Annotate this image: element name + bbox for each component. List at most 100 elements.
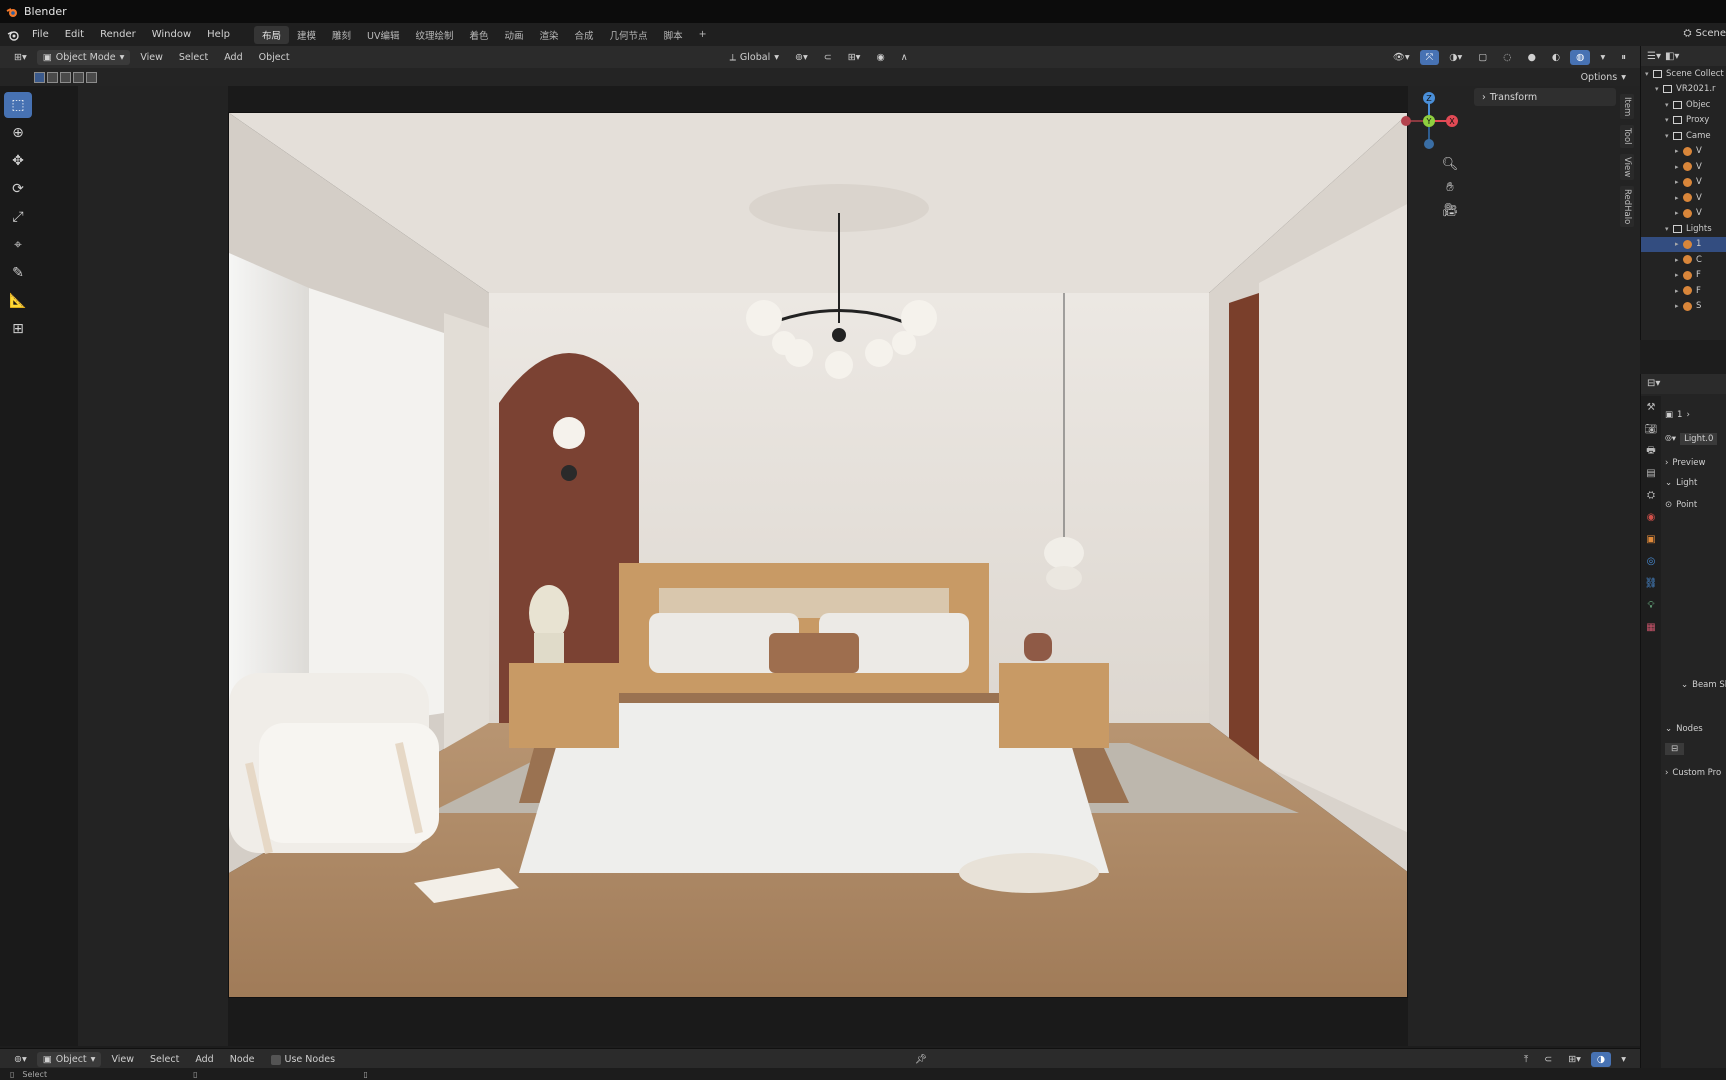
workspace-tab-shading[interactable]: 着色 [461, 26, 496, 44]
zoom-magnifier-icon[interactable]: 🔍︎ [1440, 154, 1460, 174]
outliner-row[interactable]: ▾ Came [1641, 128, 1726, 144]
menu-help[interactable]: Help [199, 29, 238, 40]
scale-tool-icon[interactable]: ⤢ [4, 204, 32, 230]
overlay-chevron-icon[interactable]: ▾ [1615, 1052, 1632, 1067]
expand-down-icon[interactable]: ▾ [1655, 85, 1663, 93]
expand-right-icon[interactable]: ▸ [1675, 240, 1683, 248]
cursor-tool-icon[interactable]: ⊕ [4, 120, 32, 146]
panel-beam-shape[interactable]: ⌄ Beam Sh [1681, 676, 1726, 694]
render-tab-icon[interactable]: 📷︎ [1641, 418, 1661, 440]
outliner-row[interactable]: ▸ V [1641, 206, 1726, 222]
object-mode-dropdown[interactable]: ▣ Object Mode ▾ [36, 49, 131, 65]
shading-rendered-icon[interactable]: ◍ [1570, 49, 1591, 65]
panel-light[interactable]: ⌄ Light [1665, 474, 1697, 492]
node-menu-add[interactable]: Add [189, 1052, 219, 1067]
blender-menu-icon[interactable] [6, 29, 20, 41]
outliner-row[interactable]: ▸ C [1641, 252, 1726, 268]
select-new-icon[interactable] [34, 71, 45, 83]
light-type-point[interactable]: ⊙ Point [1665, 496, 1697, 514]
workspace-tab-sculpting[interactable]: 雕刻 [324, 26, 359, 44]
outliner-row[interactable]: ▾ Objec [1641, 97, 1726, 113]
node-menu-select[interactable]: Select [144, 1052, 185, 1067]
workspace-tab-layout[interactable]: 布局 [253, 25, 289, 44]
menu-window[interactable]: Window [144, 29, 199, 40]
transform-orientation-dropdown[interactable]: ⟂ Global ▾ [724, 50, 785, 65]
outliner-editor-icon[interactable]: ☰▾ [1647, 51, 1661, 62]
display-mode-icon[interactable]: ◧▾ [1665, 51, 1679, 62]
outliner-row[interactable]: ▸ F [1641, 268, 1726, 284]
parent-node-icon[interactable]: ⤒ [1518, 1052, 1534, 1067]
select-invert-icon[interactable] [73, 71, 84, 83]
expand-down-icon[interactable]: ▾ [1665, 132, 1673, 140]
annotate-tool-icon[interactable]: ✎ [4, 260, 32, 286]
proportional-edit-icon[interactable]: ◉ [870, 50, 890, 65]
editor-type-icon[interactable]: ⊞▾ [8, 50, 33, 65]
outliner-row[interactable]: ▸ 1 [1641, 236, 1726, 252]
sidebar-tab-item[interactable]: Item [1620, 94, 1634, 120]
use-nodes-button[interactable]: ⊟ [1665, 740, 1685, 758]
menu-edit[interactable]: Edit [57, 29, 92, 40]
expand-down-icon[interactable]: ▾ [1665, 116, 1673, 124]
overlay-node-icon[interactable]: ◑ [1590, 1052, 1612, 1067]
properties-editor-icon[interactable]: ⊟▾ [1647, 378, 1660, 389]
camera-view-icon[interactable]: 🎥︎ [1440, 200, 1460, 220]
output-tab-icon[interactable]: 🖶 [1641, 440, 1661, 462]
expand-right-icon[interactable]: ▸ [1675, 194, 1683, 202]
pin-icon[interactable]: 📌︎ [909, 1052, 933, 1067]
outliner-row[interactable]: ▸ F [1641, 283, 1726, 299]
viewport-menu-add[interactable]: Add [218, 50, 248, 65]
expand-right-icon[interactable]: ▸ [1675, 302, 1683, 310]
gizmo-neg-z-axis[interactable] [1424, 139, 1434, 149]
gizmo-neg-x-axis[interactable] [1401, 116, 1411, 126]
navigation-gizmo[interactable]: Z X Y [1398, 90, 1460, 152]
expand-right-icon[interactable]: ▸ [1675, 287, 1683, 295]
expand-right-icon[interactable]: ▸ [1675, 163, 1683, 171]
outliner-row[interactable]: ▸ V [1641, 175, 1726, 191]
sidebar-tab-tool[interactable]: Tool [1620, 125, 1634, 148]
move-tool-icon[interactable]: ✥ [4, 148, 32, 174]
select-subtract-icon[interactable] [60, 71, 71, 83]
overlay-toggle-icon[interactable]: ◑▾ [1443, 50, 1468, 65]
texture-tab-icon[interactable]: ▦ [1641, 616, 1661, 638]
add-workspace-button[interactable]: + [691, 27, 715, 42]
world-tab-icon[interactable]: ◉ [1641, 506, 1661, 528]
expand-right-icon[interactable]: ▸ [1675, 178, 1683, 186]
menu-file[interactable]: File [24, 29, 57, 40]
constraints-tab-icon[interactable]: ⛓ [1641, 572, 1661, 594]
node-menu-node[interactable]: Node [224, 1052, 261, 1067]
snap-mode-icon[interactable]: ⊞▾ [1562, 1052, 1587, 1067]
node-menu-view[interactable]: View [105, 1052, 140, 1067]
shading-solid-icon[interactable]: ● [1522, 50, 1542, 65]
shading-wireframe-icon[interactable]: ◌ [1497, 50, 1517, 65]
3d-viewport[interactable]: ⬚ ⊕ ✥ ⟳ ⤢ ⌖ ✎ 📐 ⊞ › Transform Item Tool … [0, 86, 1640, 1046]
use-nodes-checkbox[interactable]: Use Nodes [265, 1052, 342, 1067]
viewport-menu-view[interactable]: View [134, 50, 169, 65]
expand-down-icon[interactable]: ▾ [1645, 70, 1653, 78]
menu-render[interactable]: Render [92, 29, 144, 40]
transform-tool-icon[interactable]: ⌖ [4, 232, 32, 258]
panel-preview[interactable]: › Preview [1665, 454, 1706, 472]
workspace-tab-compositing[interactable]: 合成 [567, 26, 602, 44]
shading-material-icon[interactable]: ◐ [1546, 50, 1566, 65]
pan-hand-icon[interactable]: ✋︎ [1440, 177, 1460, 197]
pivot-point-icon[interactable]: ⊚▾ [789, 50, 814, 65]
node-object-dropdown[interactable]: ▣ Object ▾ [36, 1052, 102, 1067]
outliner-row[interactable]: ▾ VR2021.r [1641, 82, 1726, 98]
outliner-row[interactable]: ▸ V [1641, 144, 1726, 160]
viewport-menu-object[interactable]: Object [253, 50, 296, 65]
object-tab-icon[interactable]: ▣ [1641, 528, 1661, 550]
outliner-row[interactable]: ▸ V [1641, 190, 1726, 206]
transform-panel-header[interactable]: › Transform [1474, 88, 1616, 106]
panel-nodes[interactable]: ⌄ Nodes [1665, 720, 1703, 738]
snap-node-icon[interactable]: ⊂ [1538, 1052, 1558, 1067]
expand-right-icon[interactable]: ▸ [1675, 256, 1683, 264]
workspace-tab-modeling[interactable]: 建模 [289, 26, 324, 44]
workspace-tab-rendering[interactable]: 渲染 [532, 26, 567, 44]
shading-options-chevron-icon[interactable]: ▾ [1594, 50, 1611, 65]
workspace-tab-scripting[interactable]: 脚本 [656, 26, 691, 44]
snap-target-icon[interactable]: ⊞▾ [842, 50, 867, 65]
expand-right-icon[interactable]: ▸ [1675, 271, 1683, 279]
snap-magnet-icon[interactable]: ⊂ [818, 50, 838, 65]
gizmo-toggle-icon[interactable]: ⤧ [1419, 49, 1440, 65]
select-extend-icon[interactable] [47, 71, 58, 83]
